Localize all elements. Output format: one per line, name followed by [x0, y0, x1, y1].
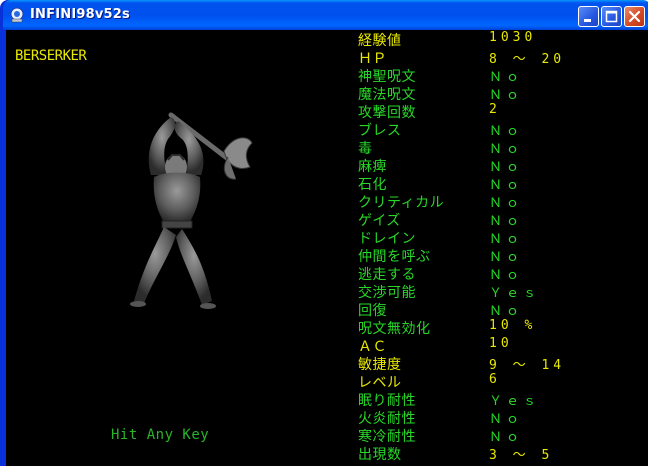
stat-row: 交渉可能 Ｙｅｓ: [358, 282, 648, 301]
stat-label: ゲイズ: [358, 213, 401, 229]
stat-value: 1030: [489, 30, 537, 45]
stat-row: 回復 Ｎｏ: [358, 300, 648, 319]
stat-row: レベル 6: [358, 372, 648, 391]
stat-label: レベル: [358, 375, 402, 391]
close-button[interactable]: [624, 6, 645, 27]
stat-row: ゲイズ Ｎｏ: [358, 210, 648, 229]
monster-name: BERSERKER: [15, 48, 87, 64]
close-icon: [628, 10, 641, 23]
stat-label: 敏捷度: [358, 357, 402, 373]
berserker-monster-image: [130, 112, 253, 309]
stat-value: Ｎｏ: [489, 232, 524, 247]
stat-row: ドレイン Ｎｏ: [358, 228, 648, 247]
stat-row: ＨＰ 8 ～ 20: [358, 48, 648, 67]
stat-label: 神聖呪文: [358, 69, 416, 85]
stat-row: 経験値 1030: [358, 30, 648, 49]
app-icon: [10, 7, 24, 23]
stat-value: 3 ～ 5: [489, 448, 554, 463]
stat-value: Ｎｏ: [489, 214, 524, 229]
stat-label: ブレス: [358, 123, 402, 139]
stat-label: クリティカル: [358, 195, 445, 211]
stat-value: Ｎｏ: [489, 178, 524, 193]
stat-value: Ｎｏ: [489, 430, 524, 445]
stat-label: 寒冷耐性: [358, 429, 416, 445]
stat-row: 火炎耐性 Ｎｏ: [358, 408, 648, 427]
stat-value: Ｎｏ: [489, 250, 524, 265]
stat-label: 石化: [358, 177, 387, 193]
stat-label: 毒: [358, 141, 373, 157]
stat-row: クリティカル Ｎｏ: [358, 192, 648, 211]
stat-label: 交渉可能: [358, 285, 416, 301]
stat-value: Ｙｅｓ: [489, 286, 541, 301]
stat-value: Ｎｏ: [489, 268, 524, 283]
stat-label: 攻撃回数: [358, 105, 416, 121]
hit-any-key-prompt[interactable]: Hit Any Key: [111, 427, 209, 443]
stat-row: 石化 Ｎｏ: [358, 174, 648, 193]
stat-row: 毒 Ｎｏ: [358, 138, 648, 157]
stat-label: 経験値: [358, 33, 402, 49]
stat-label: 火炎耐性: [358, 411, 416, 427]
stat-label: 逃走する: [358, 267, 416, 283]
stat-row: 出現数 3 ～ 5: [358, 444, 648, 463]
stat-row: 麻痺 Ｎｏ: [358, 156, 648, 175]
stat-row: 魔法呪文 Ｎｏ: [358, 84, 648, 103]
stat-label: 魔法呪文: [358, 87, 416, 103]
window-title: INFINI98v52s: [30, 7, 130, 22]
maximize-icon: [605, 10, 618, 23]
stat-row: 仲間を呼ぶ Ｎｏ: [358, 246, 648, 265]
stat-label: 出現数: [358, 447, 402, 463]
game-screen[interactable]: BERSERKER 経験値 1030 ＨＰ 8 ～ 20 神聖呪文 Ｎｏ 魔法呪…: [6, 30, 648, 466]
stat-value: 10 %: [489, 318, 537, 333]
stat-row: 敏捷度 9 ～ 14: [358, 354, 648, 373]
stat-value: 8 ～ 20: [489, 52, 566, 67]
stat-value: 10: [489, 336, 513, 351]
stat-row: 逃走する Ｎｏ: [358, 264, 648, 283]
stat-label: 呪文無効化: [358, 321, 431, 337]
stat-label: 回復: [358, 303, 387, 319]
maximize-button[interactable]: [601, 6, 622, 27]
stat-value: Ｎｏ: [489, 160, 524, 175]
stat-label: 眠り耐性: [358, 393, 416, 409]
stat-value: Ｎｏ: [489, 124, 524, 139]
stat-row: 呪文無効化 10 %: [358, 318, 648, 337]
minimize-icon: [584, 19, 591, 22]
stat-value: 6: [489, 372, 501, 387]
stat-label: 麻痺: [358, 159, 387, 175]
stat-row: 神聖呪文 Ｎｏ: [358, 66, 648, 85]
stat-row: ＡＣ 10: [358, 336, 648, 355]
stat-value: Ｎｏ: [489, 88, 524, 103]
minimize-button[interactable]: [578, 6, 599, 27]
stat-row: 寒冷耐性 Ｎｏ: [358, 426, 648, 445]
stat-value: Ｎｏ: [489, 412, 524, 427]
stat-value: 2: [489, 102, 501, 117]
stat-value: Ｎｏ: [489, 142, 524, 157]
stat-row: 眠り耐性 Ｙｅｓ: [358, 390, 648, 409]
stat-value: Ｎｏ: [489, 196, 524, 211]
stat-value: 9 ～ 14: [489, 358, 566, 373]
stat-label: 仲間を呼ぶ: [358, 249, 431, 265]
stat-label: ドレイン: [358, 231, 416, 247]
stat-label: ＡＣ: [358, 339, 387, 355]
stat-value: Ｎｏ: [489, 304, 524, 319]
stat-row: 攻撃回数 2: [358, 102, 648, 121]
app-window: INFINI98v52s BERSERKER 経験値 1030 ＨＰ 8 ～ 2…: [0, 0, 648, 466]
stat-row: ブレス Ｎｏ: [358, 120, 648, 139]
stat-value: Ｎｏ: [489, 70, 524, 85]
stat-value: Ｙｅｓ: [489, 394, 541, 409]
stat-label: ＨＰ: [358, 51, 387, 67]
title-bar[interactable]: INFINI98v52s: [3, 0, 648, 30]
